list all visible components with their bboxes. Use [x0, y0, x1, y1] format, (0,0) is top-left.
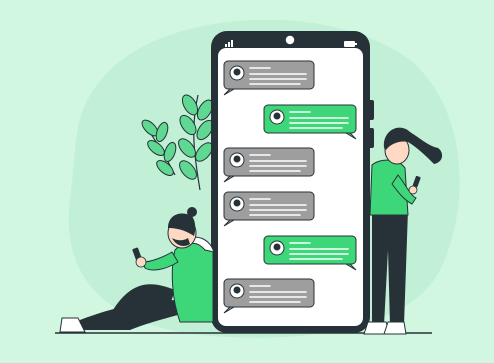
- user-avatar-icon: [273, 112, 281, 120]
- person-hand: [135, 256, 147, 268]
- chat-illustration: [55, 19, 460, 338]
- person-hair-bun: [187, 207, 197, 217]
- user-avatar-icon: [233, 199, 241, 207]
- user-avatar-icon: [273, 243, 281, 251]
- person-torso: [171, 241, 214, 323]
- user-avatar-icon: [233, 68, 241, 76]
- user-avatar-icon: [233, 155, 241, 163]
- person-leg: [372, 210, 408, 325]
- front-camera-icon: [284, 34, 296, 46]
- user-avatar-icon: [233, 286, 241, 294]
- person-shoe: [383, 321, 407, 335]
- illustration-canvas: [0, 0, 494, 363]
- person-hand: [408, 185, 418, 195]
